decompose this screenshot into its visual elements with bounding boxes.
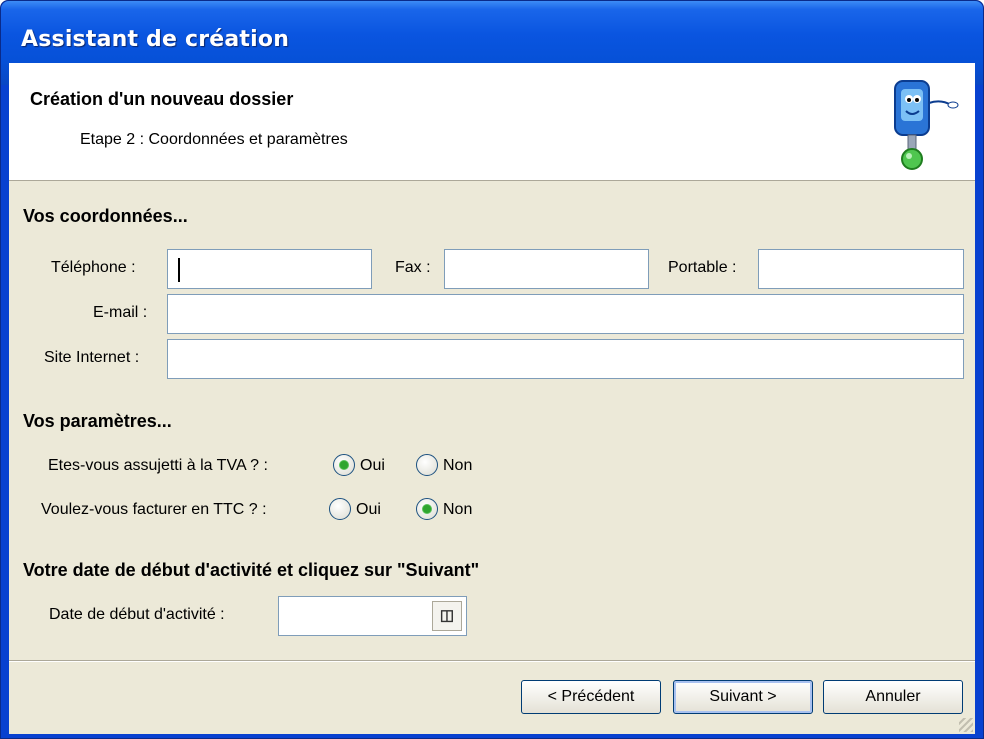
vat-no-label[interactable]: Non [443, 457, 472, 475]
email-field[interactable] [167, 294, 964, 334]
ttc-yes-label[interactable]: Oui [356, 501, 381, 519]
fax-field[interactable] [444, 249, 649, 289]
next-button[interactable]: Suivant > [673, 680, 813, 714]
wizard-body: Création d'un nouveau dossier Etape 2 : … [9, 63, 975, 734]
calendar-icon[interactable]: ◫ [432, 601, 462, 631]
wizard-header: Création d'un nouveau dossier Etape 2 : … [9, 63, 975, 181]
window-title: Assistant de création [21, 27, 290, 52]
ttc-no-label[interactable]: Non [443, 501, 472, 519]
phone-label: Téléphone : [51, 259, 136, 276]
vat-question-label: Etes-vous assujetti à la TVA ? : [48, 457, 268, 474]
step-title: Création d'un nouveau dossier [30, 89, 294, 109]
wizard-window: Assistant de création Création d'un nouv… [0, 0, 984, 739]
start-date-field[interactable]: ◫ [278, 596, 467, 636]
ttc-yes-radio[interactable] [329, 498, 351, 520]
params-section-title: Vos paramètres... [23, 411, 172, 431]
resize-grip[interactable] [959, 718, 973, 732]
vat-yes-radio[interactable] [333, 454, 355, 476]
start-date-section-title: Votre date de début d'activité et clique… [23, 560, 480, 580]
vat-yes-label[interactable]: Oui [360, 457, 385, 475]
previous-button[interactable]: < Précédent [521, 680, 661, 714]
ttc-question-label: Voulez-vous facturer en TTC ? : [41, 501, 267, 518]
contact-section-title: Vos coordonnées... [23, 206, 188, 226]
website-field[interactable] [167, 339, 964, 379]
start-date-label: Date de début d'activité : [49, 606, 225, 623]
phone-field[interactable] [167, 249, 372, 289]
ttc-no-radio[interactable] [416, 498, 438, 520]
fax-label: Fax : [395, 259, 431, 276]
email-label: E-mail : [93, 304, 148, 321]
mobile-field[interactable] [758, 249, 964, 289]
website-label: Site Internet : [44, 349, 140, 366]
computer-mascot-icon [894, 80, 959, 170]
vat-no-radio[interactable] [416, 454, 438, 476]
cancel-button[interactable]: Annuler [823, 680, 963, 714]
mobile-label: Portable : [668, 259, 737, 276]
step-subtitle: Etape 2 : Coordonnées et paramètres [80, 131, 348, 148]
